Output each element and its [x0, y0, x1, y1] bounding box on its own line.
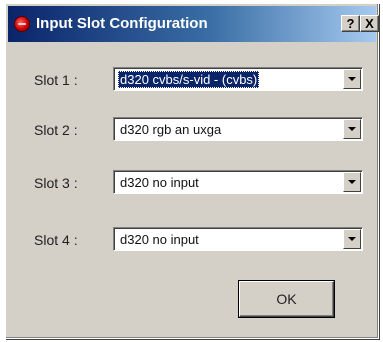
window-title: Input Slot Configuration	[36, 15, 208, 32]
slot-1-label: Slot 1 :	[34, 72, 78, 88]
help-button[interactable]: ?	[341, 15, 360, 32]
slot-3-selected-value: d320 no input	[120, 175, 199, 190]
slot-4-selected-value: d320 no input	[120, 232, 199, 247]
red-circle-icon	[14, 16, 30, 32]
slot-2-selected-value: d320 rgb an uxga	[120, 122, 222, 137]
title-bar[interactable]: Input Slot Configuration ? X	[8, 6, 379, 42]
chevron-down-icon[interactable]	[343, 172, 361, 192]
slot-1-dropdown[interactable]: d320 cvbs/s-vid - (cvbs)	[113, 67, 363, 91]
slot-2-label: Slot 2 :	[34, 122, 78, 138]
chevron-down-icon[interactable]	[343, 69, 361, 89]
ok-button[interactable]: OK	[239, 281, 334, 317]
slot-2-dropdown[interactable]: d320 rgb an uxga	[113, 117, 363, 141]
close-button[interactable]: X	[360, 15, 379, 32]
chevron-down-icon[interactable]	[343, 119, 361, 139]
slot-3-dropdown[interactable]: d320 no input	[113, 170, 363, 194]
chevron-down-icon[interactable]	[343, 229, 361, 249]
slot-4-dropdown[interactable]: d320 no input	[113, 227, 363, 251]
slot-3-label: Slot 3 :	[34, 175, 78, 191]
slot-4-label: Slot 4 :	[34, 232, 78, 248]
input-slot-configuration-dialog: Input Slot Configuration ? X Slot 1 : d3…	[5, 3, 379, 339]
slot-1-selected-value: d320 cvbs/s-vid - (cvbs)	[118, 71, 260, 88]
